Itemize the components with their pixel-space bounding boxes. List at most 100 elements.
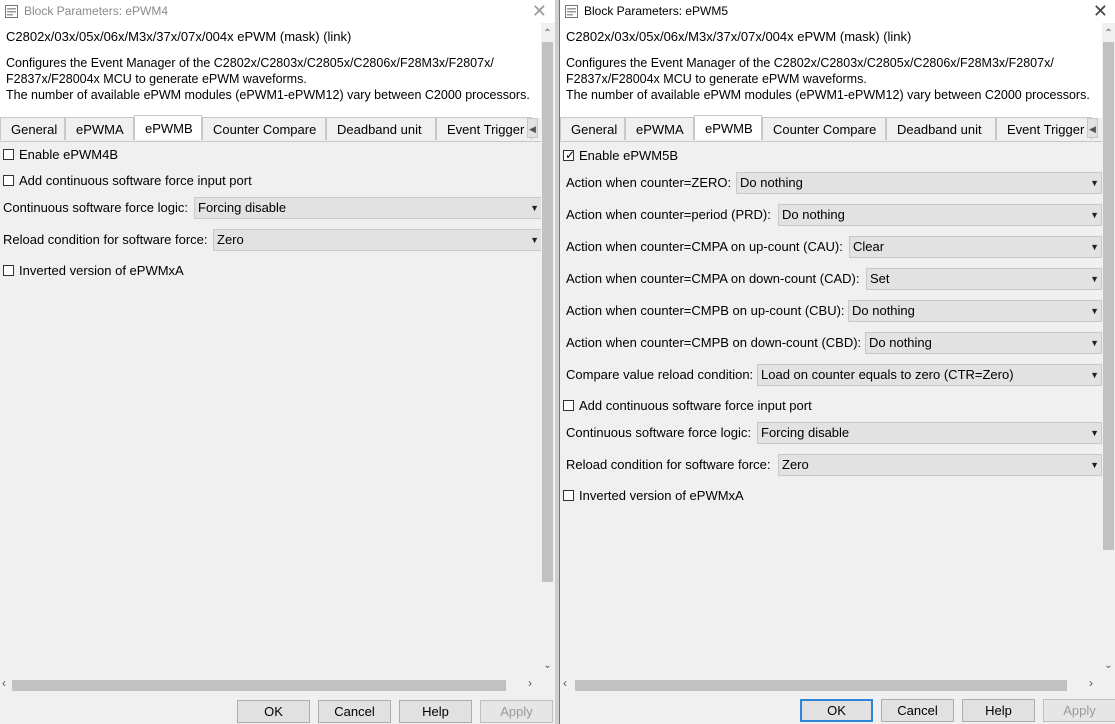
- dropdown-arrow-icon: ▼: [1090, 274, 1099, 284]
- reload-condition-label: Reload condition for software force:: [566, 457, 771, 472]
- force-logic-label: Continuous software force logic:: [3, 200, 188, 215]
- block-parameters-window-epwm5: Block Parameters: ePWM5 ✕ C2802x/03x/05x…: [559, 0, 1115, 724]
- tab-counter-compare[interactable]: Counter Compare: [762, 117, 886, 140]
- enable-epwm4b-row[interactable]: Enable ePWM4B: [3, 145, 523, 167]
- scroll-up-icon[interactable]: ⌃: [541, 28, 554, 39]
- close-icon[interactable]: ✕: [532, 1, 547, 21]
- scroll-down-icon[interactable]: ⌄: [541, 660, 554, 671]
- compare-reload-select[interactable]: Load on counter equals to zero (CTR=Zero…: [757, 364, 1102, 386]
- help-button[interactable]: Help: [399, 700, 472, 723]
- inverted-row[interactable]: Inverted version of ePWMxA: [3, 261, 523, 283]
- add-force-port-checkbox[interactable]: [563, 400, 574, 411]
- dropdown-arrow-icon: ▼: [1090, 370, 1099, 380]
- scroll-thumb[interactable]: [542, 42, 553, 582]
- action-cad-select[interactable]: Set ▼: [866, 268, 1102, 290]
- action-cbu-row: Action when counter=CMPB on up-count (CB…: [563, 300, 1102, 322]
- enable-epwm4b-checkbox[interactable]: [3, 149, 14, 160]
- enable-epwm5b-row[interactable]: ✓ Enable ePWM5B: [563, 146, 1083, 168]
- dropdown-arrow-icon: ▼: [1090, 242, 1099, 252]
- tab-epwma[interactable]: ePWMA: [65, 117, 134, 140]
- force-logic-select[interactable]: Forcing disable ▼: [757, 422, 1102, 444]
- vertical-scrollbar[interactable]: ⌃ ⌄: [541, 28, 554, 676]
- dropdown-arrow-icon: ▼: [530, 235, 539, 245]
- scroll-down-icon[interactable]: ⌄: [1102, 660, 1115, 671]
- reload-condition-select[interactable]: Zero ▼: [778, 454, 1102, 476]
- mask-description: Configures the Event Manager of the C280…: [566, 56, 1090, 102]
- force-logic-row: Continuous software force logic: Forcing…: [563, 422, 1102, 444]
- mask-title: C2802x/03x/05x/06x/M3x/37x/07x/004x ePWM…: [6, 29, 352, 44]
- tab-epwmb[interactable]: ePWMB: [134, 115, 202, 140]
- dropdown-arrow-icon: ▼: [1090, 306, 1099, 316]
- block-parameters-icon: [5, 5, 18, 18]
- scroll-left-icon[interactable]: ‹: [2, 676, 6, 690]
- action-cau-select[interactable]: Clear ▼: [849, 236, 1102, 258]
- scroll-left-icon[interactable]: ‹: [563, 676, 567, 690]
- window-title: Block Parameters: ePWM5: [584, 4, 729, 18]
- apply-button[interactable]: Apply: [480, 700, 553, 723]
- dropdown-arrow-icon: ▼: [1090, 428, 1099, 438]
- mask-description-area: C2802x/03x/05x/06x/M3x/37x/07x/004x ePWM…: [560, 23, 1102, 118]
- tab-general[interactable]: General: [560, 117, 625, 140]
- tab-bar: General ePWMA ePWMB Counter Compare Dead…: [560, 115, 1102, 142]
- inverted-row[interactable]: Inverted version of ePWMxA: [563, 486, 1083, 508]
- action-cbd-select[interactable]: Do nothing ▼: [865, 332, 1102, 354]
- scroll-right-icon[interactable]: ›: [1089, 676, 1093, 690]
- action-prd-select[interactable]: Do nothing ▼: [778, 204, 1102, 226]
- tab-deadband-unit[interactable]: Deadband unit: [886, 117, 996, 140]
- cancel-button[interactable]: Cancel: [318, 700, 391, 723]
- horizontal-scrollbar[interactable]: ‹ ›: [0, 676, 540, 692]
- inverted-checkbox[interactable]: [3, 265, 14, 276]
- horizontal-scrollbar[interactable]: ‹ ›: [560, 676, 1101, 692]
- force-logic-select[interactable]: Forcing disable ▼: [194, 197, 542, 219]
- cancel-button[interactable]: Cancel: [881, 699, 954, 722]
- vertical-scrollbar[interactable]: ⌃ ⌄: [1102, 28, 1115, 676]
- scroll-right-icon[interactable]: ›: [528, 676, 532, 690]
- tab-deadband-unit[interactable]: Deadband unit: [326, 117, 436, 140]
- mask-description-area: C2802x/03x/05x/06x/M3x/37x/07x/004x ePWM…: [0, 23, 541, 118]
- dropdown-arrow-icon: ▼: [1090, 460, 1099, 470]
- dropdown-arrow-icon: ▼: [1090, 338, 1099, 348]
- tab-scroll-left-icon[interactable]: ◀: [527, 118, 538, 138]
- reload-condition-select[interactable]: Zero ▼: [213, 229, 542, 251]
- add-force-port-checkbox[interactable]: [3, 175, 14, 186]
- tab-epwma[interactable]: ePWMA: [625, 117, 694, 140]
- add-force-port-row[interactable]: Add continuous software force input port: [3, 171, 523, 193]
- inverted-checkbox[interactable]: [563, 490, 574, 501]
- reload-condition-row: Reload condition for software force: Zer…: [3, 229, 542, 251]
- action-cbd-row: Action when counter=CMPB on down-count (…: [563, 332, 1102, 354]
- force-logic-row: Continuous software force logic: Forcing…: [3, 197, 542, 219]
- action-zero-row: Action when counter=ZERO: Do nothing ▼: [563, 172, 1102, 194]
- action-cad-row: Action when counter=CMPA on down-count (…: [563, 268, 1102, 290]
- compare-reload-row: Compare value reload condition: Load on …: [563, 364, 1102, 386]
- tab-event-trigger[interactable]: Event Trigger: [996, 117, 1092, 140]
- help-button[interactable]: Help: [962, 699, 1035, 722]
- scroll-thumb[interactable]: [1103, 42, 1114, 550]
- scroll-up-icon[interactable]: ⌃: [1102, 28, 1115, 39]
- close-icon[interactable]: ✕: [1093, 1, 1108, 21]
- action-zero-select[interactable]: Do nothing ▼: [736, 172, 1102, 194]
- force-logic-label: Continuous software force logic:: [566, 425, 751, 440]
- tab-scroll-left-icon[interactable]: ◀: [1087, 118, 1098, 138]
- reload-condition-label: Reload condition for software force:: [3, 232, 208, 247]
- title-bar[interactable]: Block Parameters: ePWM4 ✕: [0, 0, 555, 23]
- action-cbu-select[interactable]: Do nothing ▼: [848, 300, 1102, 322]
- reload-condition-row: Reload condition for software force: Zer…: [563, 454, 1102, 476]
- add-force-port-row[interactable]: Add continuous software force input port: [563, 396, 1083, 418]
- tab-counter-compare[interactable]: Counter Compare: [202, 117, 326, 140]
- dropdown-arrow-icon: ▼: [530, 203, 539, 213]
- tab-epwmb[interactable]: ePWMB: [694, 115, 762, 140]
- block-parameters-window-epwm4: Block Parameters: ePWM4 ✕ C2802x/03x/05x…: [0, 0, 555, 724]
- scroll-thumb[interactable]: [12, 680, 506, 691]
- title-bar[interactable]: Block Parameters: ePWM5 ✕: [560, 0, 1115, 23]
- ok-button[interactable]: OK: [800, 699, 873, 722]
- tab-bar: General ePWMA ePWMB Counter Compare Dead…: [0, 115, 541, 142]
- dropdown-arrow-icon: ▼: [1090, 178, 1099, 188]
- apply-button[interactable]: Apply: [1043, 699, 1115, 722]
- tab-general[interactable]: General: [0, 117, 65, 140]
- enable-epwm5b-checkbox[interactable]: ✓: [563, 148, 575, 162]
- ok-button[interactable]: OK: [237, 700, 310, 723]
- scroll-thumb[interactable]: [575, 680, 1067, 691]
- window-title: Block Parameters: ePWM4: [24, 4, 169, 18]
- tab-event-trigger[interactable]: Event Trigger: [436, 117, 532, 140]
- block-parameters-icon: [565, 5, 578, 18]
